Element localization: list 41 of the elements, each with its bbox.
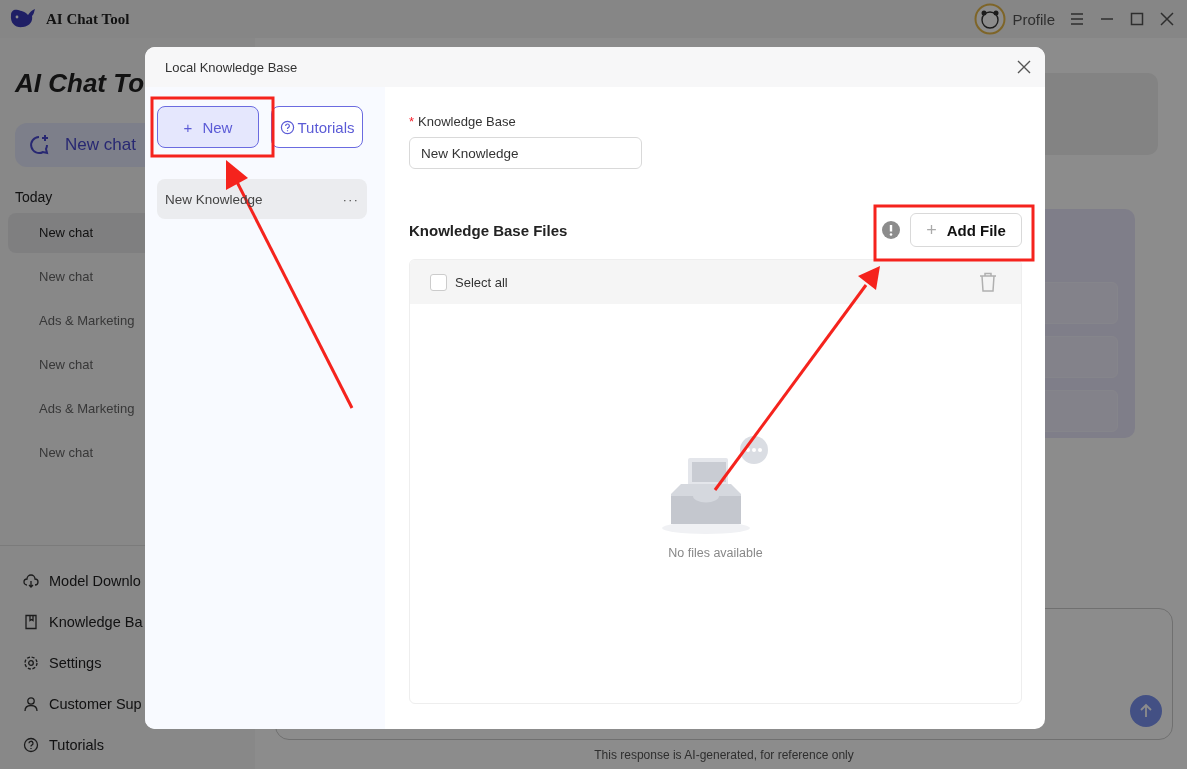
- menu-item[interactable]: Model Downlo: [23, 560, 255, 601]
- profile-link[interactable]: Profile: [1012, 10, 1055, 28]
- required-mark: *: [409, 114, 415, 129]
- sidebar-heading: AI Chat To: [15, 68, 145, 98]
- menu-label: Model Downlo: [49, 572, 141, 589]
- menu-icon[interactable]: [1069, 11, 1085, 27]
- menu-label: Settings: [49, 654, 102, 671]
- send-button[interactable]: [1130, 695, 1162, 727]
- chat-plus-icon: [27, 133, 51, 157]
- person-icon: [23, 695, 39, 712]
- disclaimer-text: This response is AI-generated, for reference only: [593, 748, 855, 762]
- select-all-checkbox[interactable]: Select all: [430, 273, 508, 291]
- close-icon[interactable]: [1159, 11, 1175, 27]
- section-label: Today: [15, 189, 53, 205]
- help-icon: [279, 119, 295, 135]
- empty-message: No files available: [668, 546, 763, 560]
- menu-label: Customer Sup: [49, 695, 142, 712]
- help-icon: [23, 736, 39, 753]
- avatar-icon[interactable]: [974, 3, 1007, 35]
- cloud-download-icon: [23, 572, 39, 589]
- info-icon[interactable]: [882, 221, 900, 239]
- book-icon: [23, 613, 39, 630]
- menu-item[interactable]: Tutorials: [23, 724, 255, 765]
- maximize-icon[interactable]: [1129, 11, 1145, 27]
- app-title: AI Chat Tool: [46, 10, 130, 28]
- settings-icon: [23, 654, 39, 671]
- close-icon[interactable]: [1017, 60, 1031, 74]
- trash-icon[interactable]: [979, 272, 997, 292]
- more-options[interactable]: ···: [342, 191, 359, 207]
- menu-label: Knowledge Ba: [49, 613, 143, 630]
- knowledge-name-input[interactable]: New Knowledge: [409, 137, 642, 169]
- tutorials-button[interactable]: Tutorials: [271, 106, 363, 148]
- menu-item[interactable]: Knowledge Ba: [23, 601, 255, 642]
- section-heading: Knowledge Base Files: [409, 221, 569, 239]
- menu-item[interactable]: Customer Sup: [23, 683, 255, 724]
- menu-item[interactable]: Settings: [23, 642, 255, 683]
- menu-label: Tutorials: [49, 736, 105, 753]
- label-text: Knowledge Base: [418, 114, 516, 129]
- dialog-title: Local Knowledge Base: [165, 59, 298, 75]
- new-button[interactable]: + New: [157, 106, 259, 148]
- add-file-button[interactable]: + Add File: [910, 213, 1022, 247]
